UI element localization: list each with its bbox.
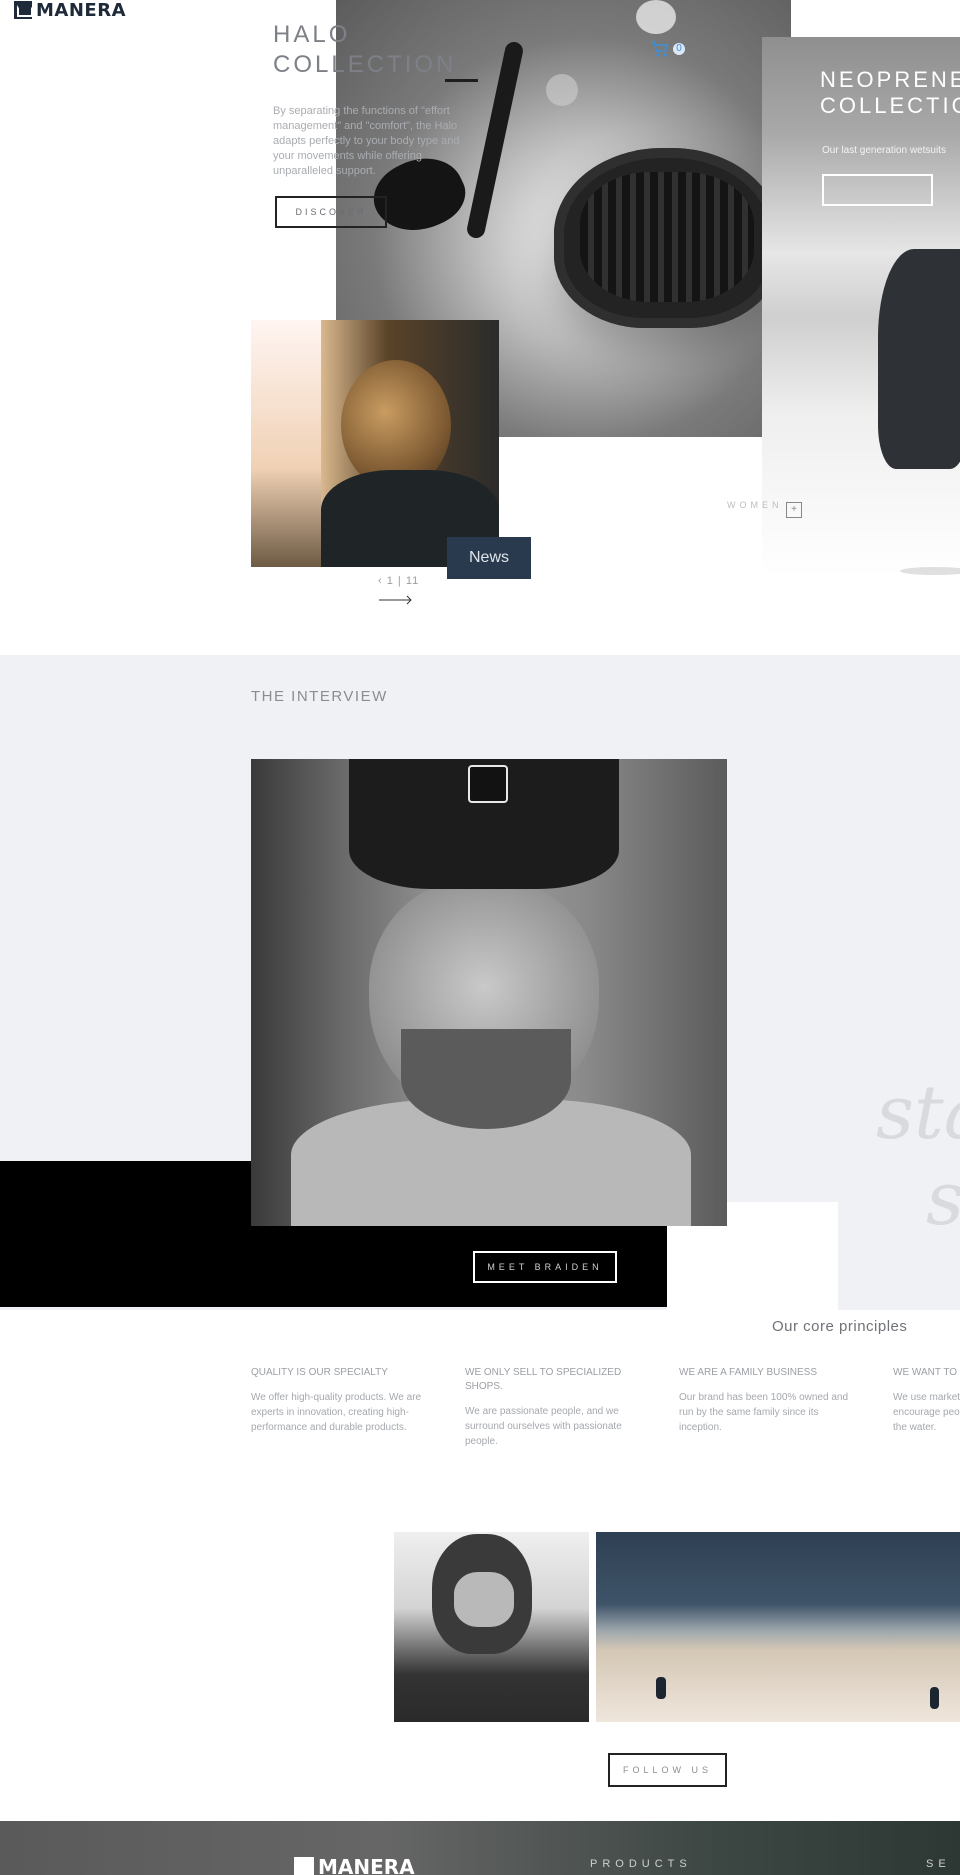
principle-text: We offer high-quality products. We are e… — [251, 1392, 422, 1433]
beach-figure — [930, 1687, 939, 1709]
principle-text: We are passionate people, and we surroun… — [465, 1406, 622, 1447]
principle-item: WE WANT TO PROTECT OUR SPOTS. We use mar… — [893, 1366, 960, 1435]
next-slide-arrow-icon[interactable] — [379, 594, 413, 606]
kiteboard — [465, 40, 525, 240]
prev-slide-icon[interactable]: ‹ — [378, 575, 383, 587]
principle-item: WE ONLY SELL TO SPECIALIZED SHOPS. We ar… — [465, 1366, 645, 1449]
footer-logo[interactable]: MANERA — [294, 1855, 415, 1875]
core-principles-title: Our core principles — [772, 1318, 908, 1335]
title-underline — [445, 79, 478, 82]
manera-logo-icon — [14, 1, 32, 19]
portrait-beard — [401, 1029, 571, 1129]
cart-count-badge: 0 — [673, 43, 685, 55]
halo-title-line-2: COLLECTION — [273, 51, 457, 78]
slide-counter: 1 | 11 — [386, 575, 420, 587]
shopping-cart-icon — [651, 41, 669, 57]
discover-button[interactable]: DISCOVER — [275, 196, 387, 228]
principle-text: We use marketing to gather and to encour… — [893, 1392, 960, 1433]
footer-brand-name: MANERA — [318, 1855, 415, 1875]
women-plus-button[interactable]: + — [786, 502, 802, 518]
manera-logo-icon — [294, 1857, 314, 1875]
principle-heading: WE ARE A FAMILY BUSINESS — [679, 1367, 818, 1378]
light-flare — [636, 0, 676, 34]
neo-title-line-1: NEOPRENE — [820, 67, 960, 92]
product-shadow — [900, 567, 960, 575]
footer-link-products[interactable]: PRODUCTS — [590, 1858, 692, 1870]
footer-link-second[interactable]: SE — [926, 1858, 951, 1870]
slider-pager: ‹ 1 | 11 — [378, 575, 419, 587]
meet-braiden-button[interactable]: MEET BRAIDEN — [473, 1251, 617, 1283]
script-line-2: s — [876, 1156, 960, 1242]
neoprene-description: Our last generation wetsuits — [822, 145, 946, 156]
beach-figure — [656, 1677, 666, 1699]
principle-heading: QUALITY IS OUR SPECIALTY — [251, 1367, 388, 1378]
brand-name: MANERA — [36, 0, 126, 21]
harness-pattern — [580, 172, 754, 302]
principle-heading: WE WANT TO PROTECT OUR SPOTS. — [893, 1367, 960, 1378]
beach-image[interactable] — [596, 1532, 960, 1722]
women-link[interactable]: WOMEN — [727, 500, 783, 510]
neoprene-discover-button[interactable] — [822, 174, 933, 206]
principle-item: WE ARE A FAMILY BUSINESS Our brand has b… — [679, 1366, 859, 1435]
brand-logo[interactable]: MANERA — [14, 0, 126, 21]
principle-heading: WE ONLY SELL TO SPECIALIZED SHOPS. — [465, 1367, 622, 1392]
hooded-surfer-image[interactable] — [394, 1532, 589, 1722]
surfboard — [251, 320, 321, 567]
news-image[interactable] — [251, 320, 499, 567]
interview-title: THE INTERVIEW — [251, 688, 388, 705]
news-tag[interactable]: News — [447, 537, 531, 579]
halo-title-line-1: HALO — [273, 21, 351, 48]
site-footer: MANERA PRODUCTS SE — [0, 1821, 960, 1875]
cart-button[interactable]: 0 — [650, 40, 685, 58]
halo-description: By separating the functions of "effort m… — [273, 105, 460, 177]
neo-title-line-2: COLLECTION — [820, 93, 960, 118]
principle-item: QUALITY IS OUR SPECIALTY We offer high-q… — [251, 1366, 446, 1435]
decorative-script-text: sta s — [876, 1070, 960, 1242]
interview-portrait — [251, 759, 727, 1226]
halo-harness-product — [554, 148, 780, 328]
principle-text: Our brand has been 100% owned and run by… — [679, 1392, 849, 1433]
wetsuit-product — [878, 249, 960, 469]
script-line-1: sta — [876, 1070, 960, 1156]
light-flare — [546, 74, 578, 106]
cap-logo-icon — [468, 765, 508, 803]
follow-us-button[interactable]: FOLLOW US — [608, 1753, 727, 1787]
surfer-face — [454, 1572, 514, 1627]
halo-collection-title: HALO COLLECTION — [273, 20, 456, 80]
neoprene-collection-title: NEOPRENE COLLECTION — [820, 67, 960, 119]
